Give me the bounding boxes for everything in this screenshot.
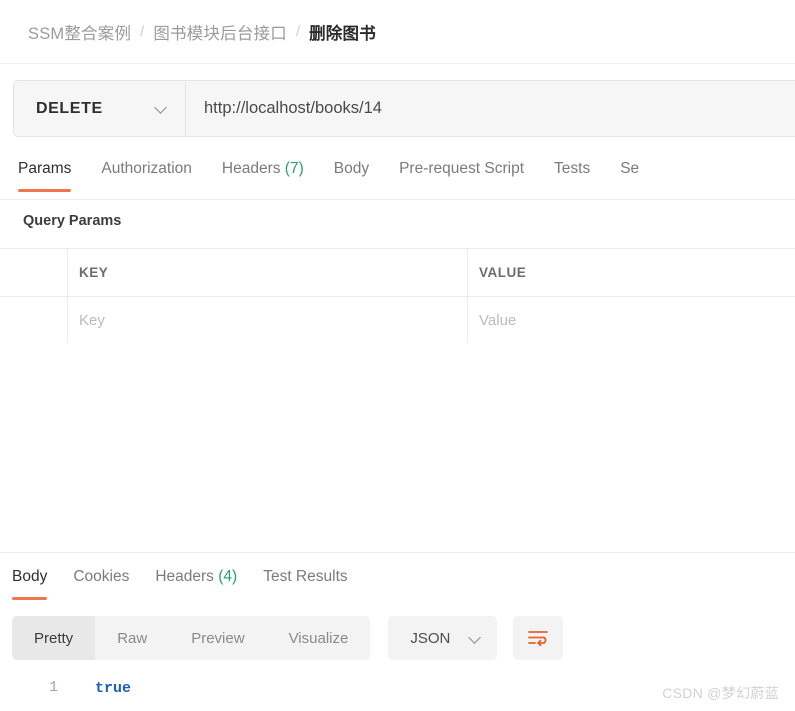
tab-settings-label: Se [620,160,640,177]
table-header-key: KEY [68,249,468,296]
tab-body[interactable]: Body [334,152,369,192]
breadcrumb-separator: / [140,23,145,40]
tab-params[interactable]: Params [18,152,72,192]
breadcrumb-separator: / [295,23,301,40]
response-divider [0,552,795,553]
chevron-down-icon [156,103,167,114]
url-input-value: http://localhost/books/14 [204,99,382,117]
view-pretty-button[interactable]: Pretty [12,616,96,660]
http-method-label: DELETE [36,99,103,117]
response-tab-cookies[interactable]: Cookies [73,562,129,600]
row-checkbox-cell[interactable] [0,297,68,344]
row-value-input[interactable]: Value [468,297,795,344]
view-visualize-button[interactable]: Visualize [267,616,371,660]
tab-body-label: Body [333,160,370,177]
breadcrumb: SSM整合案例 / 图书模块后台接口 / 删除图书 [0,0,795,64]
response-tab-body-label: Body [12,568,48,585]
breadcrumb-item-request[interactable]: 删除图书 [309,20,376,44]
tab-tests-label: Tests [554,160,591,177]
tab-pre-request-script[interactable]: Pre-request Script [399,152,524,192]
response-toolbar: Pretty Raw Preview Visualize JSON [12,616,564,660]
response-tab-bar: Body Cookies Headers (4) Test Results [0,562,795,602]
response-tab-headers[interactable]: Headers (4) [155,562,237,600]
word-wrap-icon [528,631,549,647]
request-url-bar: DELETE http://localhost/books/14 [13,80,795,137]
chevron-down-icon [470,633,481,644]
response-format-select[interactable]: JSON [388,616,498,660]
tab-params-label: Params [18,160,72,177]
response-body-line: true [95,680,132,697]
response-tab-body[interactable]: Body [12,562,48,600]
table-row[interactable]: Key Value [0,297,795,345]
query-params-table: KEY VALUE Key Value [0,248,795,345]
table-header-value: VALUE [479,265,527,280]
view-preview-button[interactable]: Preview [169,616,266,660]
tab-headers-label: Headers [221,160,281,177]
url-input[interactable]: http://localhost/books/14 [186,81,795,136]
response-view-group: Pretty Raw Preview Visualize [12,616,371,660]
request-tab-bar: Params Authorization Headers (7) Body Pr… [0,152,795,200]
tab-authorization[interactable]: Authorization [101,152,191,192]
view-raw-button[interactable]: Raw [95,616,169,660]
line-number: 1 [49,680,58,696]
response-tab-headers-count: (4) [218,568,238,585]
query-params-title: Query Params [23,213,122,229]
breadcrumb-item-folder[interactable]: 图书模块后台接口 [153,20,287,44]
response-tab-headers-label: Headers [155,568,214,585]
tab-authorization-label: Authorization [101,160,192,177]
table-header-row: KEY VALUE [0,249,795,297]
breadcrumb-item-collection[interactable]: SSM整合案例 [28,20,131,44]
response-tab-cookies-label: Cookies [73,568,130,585]
tab-headers-count: (7) [284,160,304,177]
tab-tests[interactable]: Tests [554,152,590,192]
postman-window: SSM整合案例 / 图书模块后台接口 / 删除图书 DELETE http://… [0,0,795,711]
tab-pre-request-script-label: Pre-request Script [399,160,525,177]
word-wrap-button[interactable] [513,616,564,660]
response-tab-test-results-label: Test Results [263,568,348,585]
response-format-label: JSON [410,629,451,647]
tab-headers[interactable]: Headers (7) [222,152,304,192]
table-header-checkbox-cell [0,249,68,296]
tab-settings[interactable]: Se [620,152,639,192]
http-method-select[interactable]: DELETE [14,81,186,136]
params-empty-area [0,343,795,553]
watermark: CSDN @梦幻蔚蓝 [662,685,779,701]
response-tab-test-results[interactable]: Test Results [263,562,347,600]
row-key-input[interactable]: Key [68,297,468,344]
